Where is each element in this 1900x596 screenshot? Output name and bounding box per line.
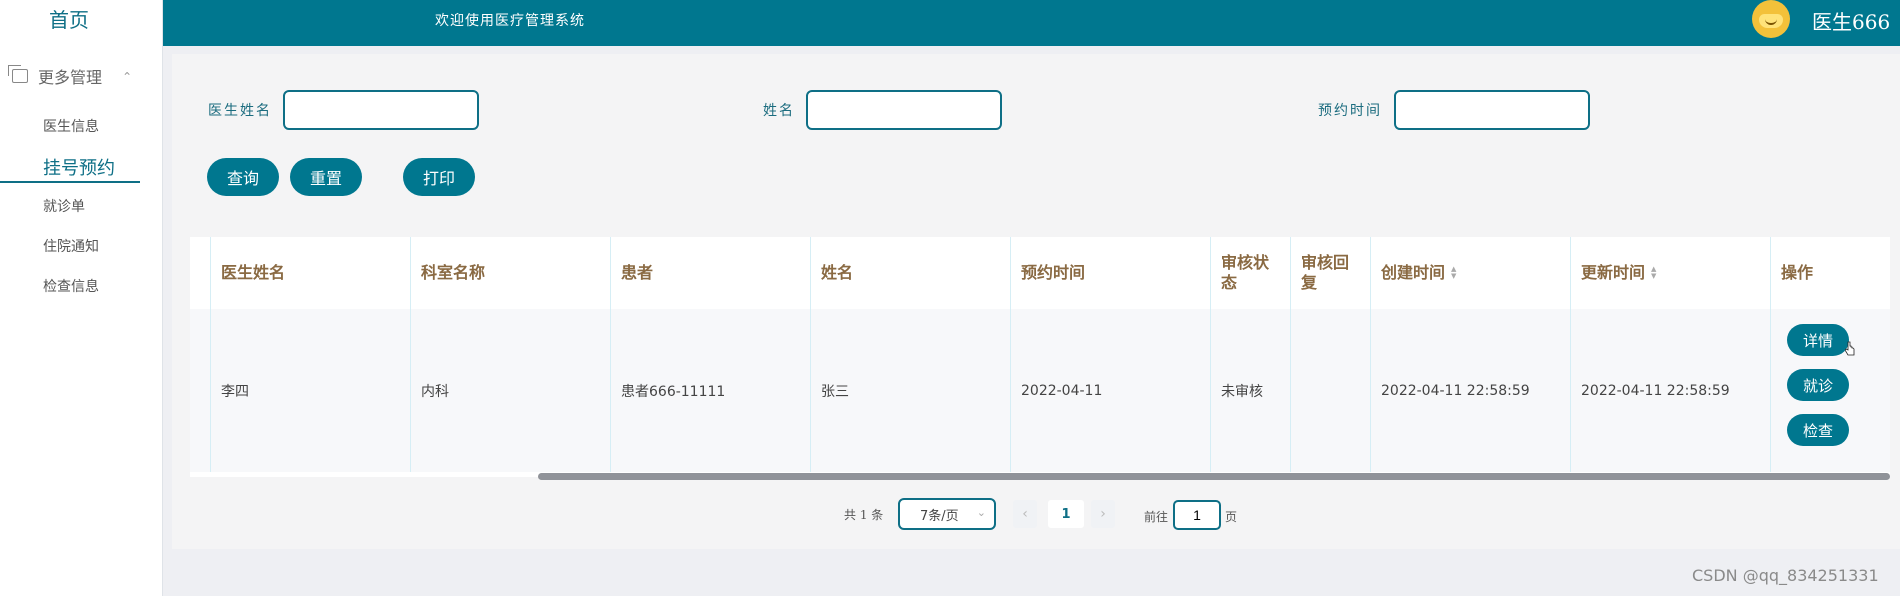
- goto-page-input[interactable]: [1173, 500, 1221, 530]
- next-page-button[interactable]: ›: [1091, 500, 1115, 528]
- page-size-select[interactable]: 7条/页 ⌄: [898, 498, 996, 530]
- cell-name: 张三: [810, 309, 1010, 472]
- cell-review-status: 未审核: [1210, 309, 1290, 472]
- cell-appointment-time: 2022-04-11: [1010, 309, 1210, 472]
- cell-doctor-name: 李四: [210, 309, 410, 472]
- cell-actions: 详情 就诊 检查: [1770, 309, 1890, 472]
- print-button[interactable]: 打印: [403, 158, 475, 196]
- sort-icon[interactable]: ▲ ▼: [1651, 266, 1656, 280]
- col-appointment-time: 预约时间: [1010, 237, 1210, 309]
- username[interactable]: 医生666: [1812, 6, 1890, 35]
- exam-button[interactable]: 检查: [1787, 414, 1849, 446]
- visit-button[interactable]: 就诊: [1787, 369, 1849, 401]
- name-input[interactable]: [806, 90, 1002, 130]
- hand-cursor-icon: [1845, 341, 1855, 356]
- cell-review-reply: [1290, 309, 1370, 472]
- chevron-down-icon: ⌄: [976, 506, 986, 519]
- col-created-time[interactable]: 创建时间 ▲ ▼: [1370, 237, 1570, 309]
- sidebar-item-appointment[interactable]: 挂号预约: [43, 154, 115, 180]
- col-name: 姓名: [810, 237, 1010, 309]
- cell-patient: 患者666-11111: [610, 309, 810, 472]
- col-department: 科室名称: [410, 237, 610, 309]
- sidebar-item-visit-record[interactable]: 就诊单: [43, 196, 85, 216]
- col-updated-time[interactable]: 更新时间 ▲ ▼: [1570, 237, 1770, 309]
- appointment-table: 医生姓名 科室名称 患者 姓名 预约时间 审核状 态 审核回 复 创建时间 ▲ ▼…: [190, 237, 1890, 480]
- sort-icon[interactable]: ▲ ▼: [1451, 266, 1456, 280]
- col-review-status: 审核状 态: [1210, 237, 1290, 309]
- doctor-name-label: 医生姓名: [208, 103, 272, 119]
- sidebar: 首页 更多管理 ⌄ 医生信息 挂号预约 就诊单 住院通知 检查信息: [0, 0, 163, 596]
- welcome-text: 欢迎使用医疗管理系统: [435, 13, 585, 29]
- avatar[interactable]: [1752, 0, 1790, 38]
- top-header: 欢迎使用医疗管理系统: [163, 0, 1900, 46]
- sidebar-item-exam-info[interactable]: 检查信息: [43, 276, 99, 296]
- detail-button[interactable]: 详情: [1787, 324, 1849, 356]
- sidebar-item-doctor-info[interactable]: 医生信息: [43, 116, 99, 136]
- current-page[interactable]: 1: [1048, 500, 1084, 528]
- cell-department: 内科: [410, 309, 610, 472]
- home-link[interactable]: 首页: [0, 0, 138, 33]
- horizontal-scrollbar[interactable]: [538, 473, 1890, 480]
- page-suffix: 页: [1225, 510, 1238, 524]
- sidebar-item-hospital-notice[interactable]: 住院通知: [43, 236, 99, 256]
- copy-icon: [8, 65, 28, 83]
- active-indicator: [0, 181, 140, 183]
- cell-created-time: 2022-04-11 22:58:59: [1370, 309, 1570, 472]
- appointment-time-label: 预约时间: [1318, 103, 1382, 119]
- prev-page-button[interactable]: ‹: [1013, 500, 1037, 528]
- watermark: CSDN @qq_834251331: [1692, 566, 1879, 585]
- more-management-group[interactable]: 更多管理 ⌄: [8, 64, 133, 88]
- name-label: 姓名: [763, 103, 795, 119]
- col-patient: 患者: [610, 237, 810, 309]
- col-updated-time-label: 更新时间: [1581, 263, 1646, 282]
- table-header: 医生姓名 科室名称 患者 姓名 预约时间 审核状 态 审核回 复 创建时间 ▲ ▼…: [190, 237, 1890, 310]
- doctor-name-input[interactable]: [283, 90, 479, 130]
- goto-label: 前往: [1144, 510, 1169, 524]
- reset-button[interactable]: 重置: [290, 158, 362, 196]
- cell-updated-time: 2022-04-11 22:58:59: [1570, 309, 1770, 472]
- page-size-value: 7条/页: [920, 508, 959, 524]
- appointment-time-input[interactable]: [1394, 90, 1590, 130]
- col-actions: 操作: [1770, 237, 1890, 309]
- group-label: 更多管理: [38, 68, 103, 87]
- col-review-reply: 审核回 复: [1290, 237, 1370, 309]
- total-count: 共 1 条: [844, 508, 884, 522]
- table-row: 李四 内科 患者666-11111 张三 2022-04-11 未审核 2022…: [190, 309, 1890, 472]
- chevron-up-icon: ⌄: [122, 69, 133, 83]
- col-doctor-name: 医生姓名: [210, 237, 410, 309]
- col-created-time-label: 创建时间: [1381, 263, 1446, 282]
- query-button[interactable]: 查询: [207, 158, 279, 196]
